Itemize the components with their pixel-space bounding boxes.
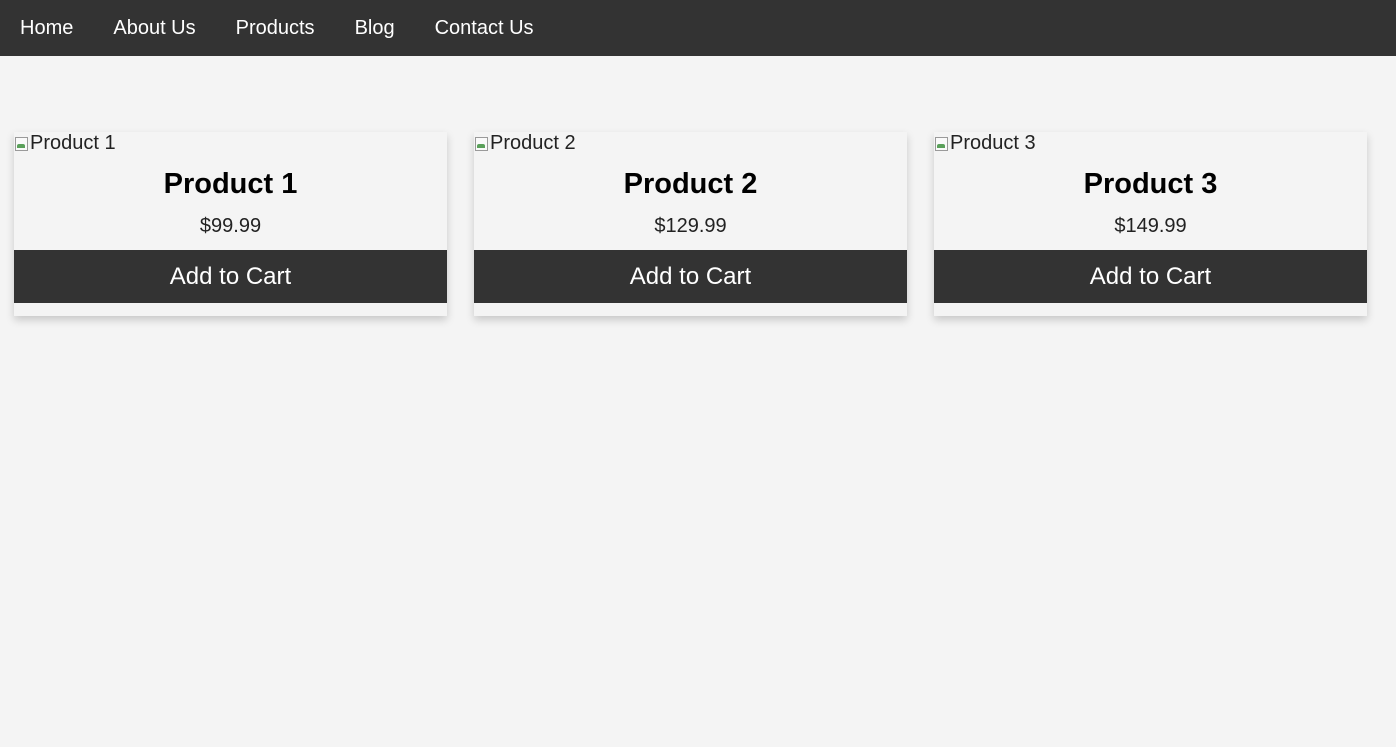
product-title: Product 2 <box>623 168 758 200</box>
product-title: Product 1 <box>163 168 298 200</box>
product-card: Product 2 Product 2 $129.99 Add to Cart <box>474 132 907 316</box>
nav-link-products[interactable]: Products <box>236 0 315 56</box>
add-to-cart-button[interactable]: Add to Cart <box>934 250 1367 303</box>
broken-image-icon <box>474 135 488 151</box>
product-image: Product 3 <box>934 132 1036 154</box>
broken-image-icon <box>934 135 948 151</box>
product-image: Product 1 <box>14 132 116 154</box>
product-image: Product 2 <box>474 132 576 154</box>
nav-link-contact-us[interactable]: Contact Us <box>435 0 534 56</box>
product-title: Product 3 <box>1083 168 1218 200</box>
add-to-cart-button[interactable]: Add to Cart <box>474 250 907 303</box>
broken-image-icon <box>14 135 28 151</box>
nav-link-blog[interactable]: Blog <box>355 0 395 56</box>
nav-link-home[interactable]: Home <box>20 0 73 56</box>
add-to-cart-button[interactable]: Add to Cart <box>14 250 447 303</box>
product-image-alt-text: Product 1 <box>30 131 116 154</box>
product-price: $129.99 <box>654 215 727 237</box>
product-card: Product 3 Product 3 $149.99 Add to Cart <box>934 132 1367 316</box>
product-price: $149.99 <box>1114 215 1187 237</box>
product-grid: Product 1 Product 1 $99.99 Add to Cart P… <box>14 132 1367 316</box>
product-price: $99.99 <box>199 215 262 237</box>
product-card: Product 1 Product 1 $99.99 Add to Cart <box>14 132 447 316</box>
product-image-alt-text: Product 3 <box>950 131 1036 154</box>
nav-link-about-us[interactable]: About Us <box>113 0 195 56</box>
product-image-alt-text: Product 2 <box>490 131 576 154</box>
top-navbar: Home About Us Products Blog Contact Us <box>0 0 1396 56</box>
